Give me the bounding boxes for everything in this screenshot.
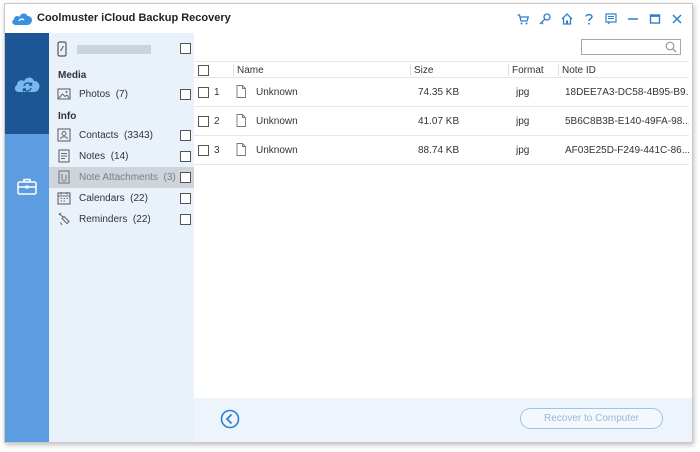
note-attachments-checkbox[interactable] bbox=[180, 172, 191, 183]
file-icon bbox=[236, 85, 246, 98]
row-format: jpg bbox=[516, 145, 530, 156]
table-header: Name Size Format Note ID bbox=[194, 61, 689, 78]
table-row[interactable]: 3 Unknown 88.74 KB jpg AF03E25D-F249-441… bbox=[194, 136, 689, 165]
search-input[interactable] bbox=[585, 41, 663, 53]
row-note-id: AF03E25D-F249-441C-86... bbox=[565, 145, 689, 156]
row-size: 74.35 KB bbox=[418, 87, 460, 98]
row-index: 1 bbox=[214, 87, 220, 98]
search-box[interactable] bbox=[581, 39, 681, 55]
toolbox-icon bbox=[17, 178, 37, 195]
title-bar: Coolmuster iCloud Backup Recovery bbox=[5, 4, 692, 33]
column-name[interactable]: Name bbox=[237, 65, 264, 76]
device-name bbox=[77, 45, 151, 54]
help-icon[interactable] bbox=[578, 10, 600, 28]
sidebar-item-contacts[interactable]: Contacts (3343) bbox=[49, 125, 194, 146]
row-note-id: 18DEE7A3-DC58-4B95-B9... bbox=[565, 87, 689, 98]
category-sidebar: Media Photos (7) Info Contacts (3343) No… bbox=[49, 33, 194, 442]
column-size[interactable]: Size bbox=[414, 65, 433, 76]
phone-icon bbox=[57, 41, 67, 57]
table-row[interactable]: 1 Unknown 74.35 KB jpg 18DEE7A3-DC58-4B9… bbox=[194, 78, 689, 107]
row-name: Unknown bbox=[256, 116, 298, 127]
back-arrow-icon[interactable] bbox=[220, 409, 240, 429]
contacts-icon bbox=[57, 128, 71, 142]
calendars-checkbox[interactable] bbox=[180, 193, 191, 204]
row-name: Unknown bbox=[256, 87, 298, 98]
sidebar-item-label: Calendars (22) bbox=[79, 193, 148, 204]
notes-checkbox[interactable] bbox=[180, 151, 191, 162]
sidebar-item-label: Photos (7) bbox=[79, 89, 128, 100]
sidebar-item-reminders[interactable]: Reminders (22) bbox=[49, 209, 194, 230]
home-icon[interactable] bbox=[556, 10, 578, 28]
nav-icloud-recovery[interactable] bbox=[5, 33, 49, 134]
row-checkbox[interactable] bbox=[198, 116, 209, 127]
key-icon[interactable] bbox=[534, 10, 556, 28]
table-row[interactable]: 2 Unknown 41.07 KB jpg 5B6C8B3B-E140-49F… bbox=[194, 107, 689, 136]
app-title: Coolmuster iCloud Backup Recovery bbox=[37, 12, 231, 24]
row-index: 2 bbox=[214, 116, 220, 127]
row-checkbox[interactable] bbox=[198, 87, 209, 98]
section-info: Info bbox=[58, 111, 77, 122]
footer-bar: Recover to Computer bbox=[194, 398, 692, 442]
nav-toolbox[interactable] bbox=[5, 171, 49, 201]
sidebar-item-notes[interactable]: Notes (14) bbox=[49, 146, 194, 167]
app-logo-icon bbox=[12, 13, 33, 25]
sidebar-item-label: Notes (14) bbox=[79, 151, 129, 162]
close-icon[interactable] bbox=[666, 10, 688, 28]
notes-icon bbox=[58, 149, 70, 163]
calendar-icon bbox=[57, 192, 71, 205]
section-media: Media bbox=[58, 70, 87, 81]
sidebar-item-label: Note Attachments (3) bbox=[79, 172, 176, 183]
title-bar-actions bbox=[512, 10, 688, 28]
cloud-sync-icon bbox=[14, 76, 40, 92]
row-name: Unknown bbox=[256, 145, 298, 156]
row-note-id: 5B6C8B3B-E140-49FA-98... bbox=[565, 116, 689, 127]
sidebar-item-label: Reminders (22) bbox=[79, 214, 151, 225]
sidebar-item-label: Contacts (3343) bbox=[79, 130, 153, 141]
sidebar-item-note-attachments[interactable]: Note Attachments (3) bbox=[49, 167, 194, 188]
contacts-checkbox[interactable] bbox=[180, 130, 191, 141]
left-nav bbox=[5, 33, 49, 442]
file-icon bbox=[236, 143, 246, 156]
column-separator bbox=[410, 64, 411, 76]
minimize-icon[interactable] bbox=[622, 10, 644, 28]
recover-to-computer-button[interactable]: Recover to Computer bbox=[520, 408, 663, 429]
row-checkbox[interactable] bbox=[198, 145, 209, 156]
attachments-table: Name Size Format Note ID 1 Unknown 74.35… bbox=[194, 61, 689, 165]
row-index: 3 bbox=[214, 145, 220, 156]
cart-icon[interactable] bbox=[512, 10, 534, 28]
main-panel: Name Size Format Note ID 1 Unknown 74.35… bbox=[194, 33, 692, 442]
row-size: 88.74 KB bbox=[418, 145, 460, 156]
column-note-id[interactable]: Note ID bbox=[562, 65, 596, 76]
device-checkbox[interactable] bbox=[180, 43, 191, 54]
row-format: jpg bbox=[516, 116, 530, 127]
feedback-icon[interactable] bbox=[600, 10, 622, 28]
select-all-checkbox[interactable] bbox=[198, 65, 209, 76]
column-separator bbox=[558, 64, 559, 76]
device-row[interactable] bbox=[49, 39, 194, 59]
reminder-icon bbox=[58, 212, 70, 226]
column-format[interactable]: Format bbox=[512, 65, 544, 76]
column-separator bbox=[508, 64, 509, 76]
row-format: jpg bbox=[516, 87, 530, 98]
search-icon[interactable] bbox=[665, 41, 677, 53]
column-separator bbox=[233, 64, 234, 76]
photos-checkbox[interactable] bbox=[180, 89, 191, 100]
attachment-icon bbox=[58, 170, 70, 184]
maximize-icon[interactable] bbox=[644, 10, 666, 28]
file-icon bbox=[236, 114, 246, 127]
app-window: Coolmuster iCloud Backup Recovery Media … bbox=[4, 3, 693, 443]
sidebar-item-photos[interactable]: Photos (7) bbox=[49, 84, 194, 105]
photo-icon bbox=[57, 88, 71, 100]
sidebar-item-calendars[interactable]: Calendars (22) bbox=[49, 188, 194, 209]
reminders-checkbox[interactable] bbox=[180, 214, 191, 225]
row-size: 41.07 KB bbox=[418, 116, 460, 127]
